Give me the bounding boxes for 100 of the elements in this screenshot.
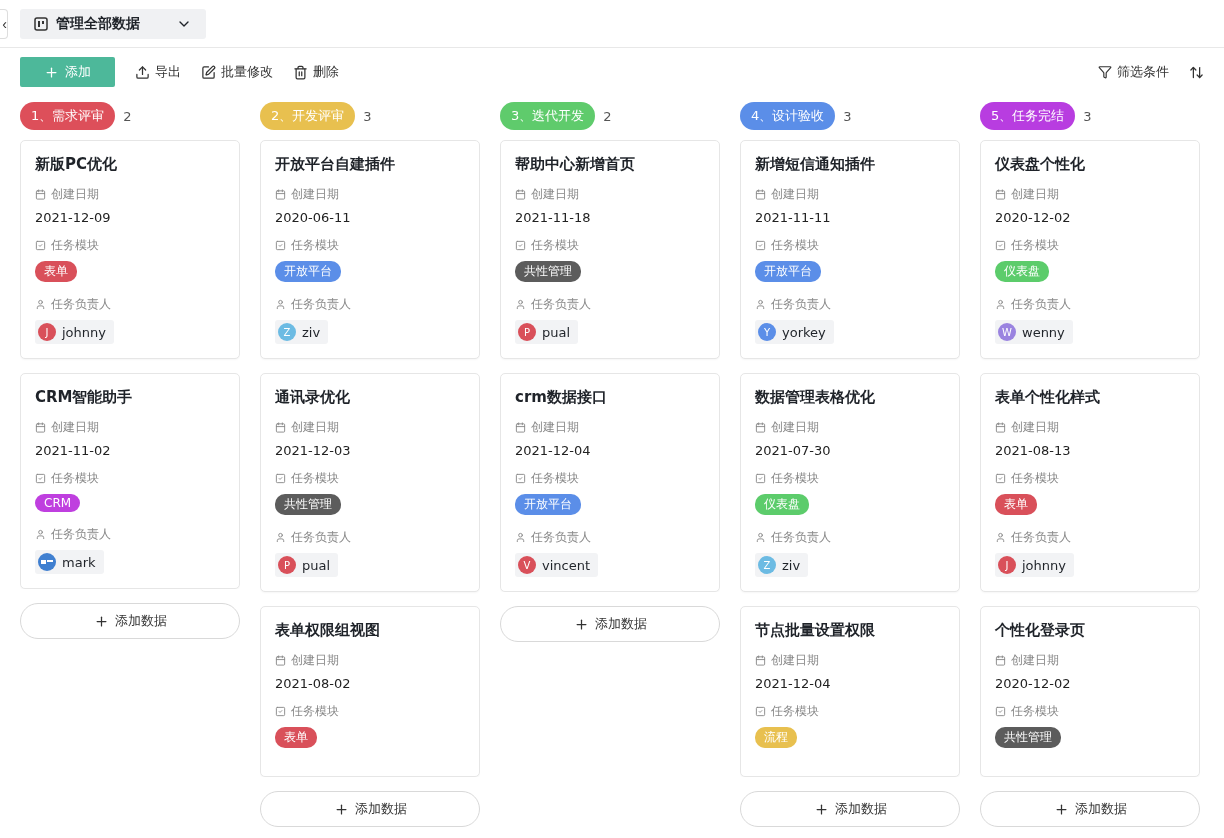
plus-icon [333,801,349,817]
field-label: 任务模块 [755,703,945,720]
module-tag: 表单 [35,261,77,282]
field-label: 创建日期 [755,652,945,669]
user-icon [515,532,526,543]
task-card[interactable]: 数据管理表格优化 创建日期 2021-07-30 任务模块 仪表盘 任务负责人 Z ziv [740,373,960,592]
back-button[interactable]: ‹ [0,8,8,39]
date-value: 2021-11-02 [35,443,112,458]
date-value: 2021-12-04 [515,443,592,458]
add-data-button[interactable]: 添加数据 [20,603,240,639]
avatar: Z [278,323,296,341]
date-value: 2020-12-02 [995,676,1072,691]
task-card[interactable]: 表单权限组视图 创建日期 2021-08-02 任务模块 表单 [260,606,480,777]
module-tag: 开放平台 [755,261,821,282]
calendar-icon [995,655,1006,666]
delete-button[interactable]: 删除 [293,63,339,81]
add-data-button[interactable]: 添加数据 [980,791,1200,827]
module-tag: CRM [35,494,81,512]
field-label: 任务模块 [35,237,225,254]
field-label: 任务负责人 [35,296,225,313]
avatar: J [998,556,1016,574]
task-card[interactable]: crm数据接口 创建日期 2021-12-04 任务模块 开放平台 任务负责人 V vincent [500,373,720,592]
owner-chip: P pual [275,553,339,577]
checkbox-icon [275,240,286,251]
card-title: 新版PC优化 [35,155,118,174]
add-data-button[interactable]: 添加数据 [260,791,480,827]
date-value: 2021-12-04 [755,676,832,691]
board-icon [34,16,48,31]
field-label: 创建日期 [755,186,945,203]
task-card[interactable]: 仪表盘个性化 创建日期 2020-12-02 任务模块 仪表盘 任务负责人 W wenny [980,140,1200,359]
sort-button[interactable] [1189,64,1204,80]
task-card[interactable]: 个性化登录页 创建日期 2020-12-02 任务模块 共性管理 [980,606,1200,777]
plus-icon [44,64,59,80]
user-icon [995,299,1006,310]
plus-icon [573,616,589,632]
column-count: 3 [1083,108,1092,124]
card-title: CRM智能助手 [35,388,134,407]
avatar: Y [758,323,776,341]
export-button[interactable]: 导出 [135,63,181,81]
field-label: 任务负责人 [275,296,465,313]
date-value: 2021-11-18 [515,210,592,225]
field-label: 任务模块 [515,470,705,487]
field-label: 任务模块 [515,237,705,254]
task-card[interactable]: 节点批量设置权限 创建日期 2021-12-04 任务模块 流程 [740,606,960,777]
calendar-icon [275,422,286,433]
checkbox-icon [755,240,766,251]
field-label: 任务模块 [275,470,465,487]
module-tag: 共性管理 [275,494,341,515]
filter-button[interactable]: 筛选条件 [1098,63,1169,81]
view-selector[interactable]: 管理全部数据 [20,8,206,39]
date-value: 2021-12-09 [35,210,112,225]
owner-chip: Y yorkey [755,320,834,344]
task-card[interactable]: 新版PC优化 创建日期 2021-12-09 任务模块 表单 任务负责人 J johnny [20,140,240,359]
card-title: 仪表盘个性化 [995,155,1086,174]
field-label: 创建日期 [275,419,465,436]
column-count: 2 [123,108,132,124]
field-label: 任务负责人 [755,296,945,313]
user-icon [515,299,526,310]
task-card[interactable]: 开放平台自建插件 创建日期 2020-06-11 任务模块 开放平台 任务负责人 Z ziv [260,140,480,359]
field-label: 任务模块 [995,703,1185,720]
avatar: J [38,323,56,341]
task-card[interactable]: 表单个性化样式 创建日期 2021-08-13 任务模块 表单 任务负责人 J johnny [980,373,1200,592]
task-card[interactable]: 新增短信通知插件 创建日期 2021-11-11 任务模块 开放平台 任务负责人 Y yorkey [740,140,960,359]
field-label: 任务负责人 [275,529,465,546]
field-label: 任务负责人 [515,529,705,546]
task-card[interactable]: 通讯录优化 创建日期 2021-12-03 任务模块 共性管理 任务负责人 P pual [260,373,480,592]
checkbox-icon [35,473,46,484]
calendar-icon [35,422,46,433]
field-label: 任务模块 [755,237,945,254]
avatar: Z [758,556,776,574]
module-tag: 表单 [995,494,1037,515]
user-icon [995,532,1006,543]
field-label: 任务负责人 [515,296,705,313]
owner-chip: Z ziv [275,320,329,344]
edit-button[interactable]: 批量修改 [201,63,273,81]
task-card[interactable]: CRM智能助手 创建日期 2021-11-02 任务模块 CRM 任务负责人 mark [20,373,240,589]
module-tag: 仪表盘 [755,494,809,515]
card-title: 帮助中心新增首页 [515,155,636,174]
user-icon [35,529,46,540]
module-tag: 表单 [275,727,317,748]
card-title: 数据管理表格优化 [755,388,876,407]
field-label: 任务模块 [995,237,1185,254]
calendar-icon [995,422,1006,433]
trash-icon [293,64,308,80]
field-label: 任务模块 [35,470,225,487]
user-icon [35,299,46,310]
checkbox-icon [275,706,286,717]
add-data-button[interactable]: 添加数据 [500,606,720,642]
module-tag: 开放平台 [275,261,341,282]
add-data-button[interactable]: 添加数据 [740,791,960,827]
user-icon [275,299,286,310]
task-card[interactable]: 帮助中心新增首页 创建日期 2021-11-18 任务模块 共性管理 任务负责人 P pual [500,140,720,359]
card-title: 通讯录优化 [275,388,351,407]
module-tag: 仪表盘 [995,261,1049,282]
column-title: 5、任务完结 [980,102,1076,130]
plus-icon [813,801,829,817]
field-label: 任务负责人 [35,526,225,543]
user-icon [755,299,766,310]
calendar-icon [35,189,46,200]
card-title: 新增短信通知插件 [755,155,876,174]
